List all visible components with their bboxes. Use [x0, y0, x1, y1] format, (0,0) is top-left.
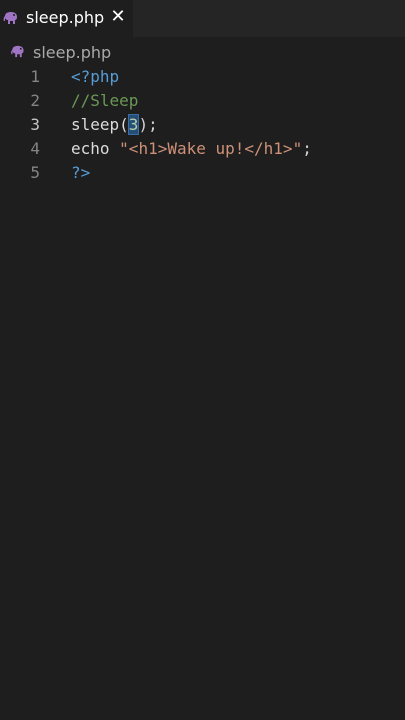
code-text[interactable]: sleep(3); [71, 113, 158, 137]
line-number: 3 [30, 115, 40, 134]
code-editor[interactable]: 1 <?php 2//Sleep 3 sleep(3); 4 echo "<h1>Wake … [0, 64, 405, 720]
breadcrumb-file[interactable]: sleep.php [33, 43, 111, 62]
code-text[interactable]: <?php [71, 65, 119, 89]
code-token: "<h1>Wake up!</h1>" [119, 139, 303, 158]
code-token: ?> [71, 163, 91, 182]
code-line[interactable]: 1 <?php [0, 65, 405, 89]
code-token: ; [302, 139, 312, 158]
line-number: 5 [30, 163, 40, 182]
code-token: echo [71, 139, 120, 158]
code-text[interactable]: //Sleep [71, 89, 138, 113]
line-number: 1 [30, 67, 40, 86]
tab-label: sleep.php [26, 8, 105, 27]
code-token: ); [138, 115, 158, 134]
code-token: 3 [127, 114, 140, 135]
line-number: 2 [30, 91, 40, 110]
code-token: //Sleep [71, 91, 139, 110]
code-text[interactable]: echo "<h1>Wake up!</h1>"; [71, 137, 312, 161]
code-line[interactable]: 4 echo "<h1>Wake up!</h1>"; [0, 137, 405, 161]
code-text[interactable]: ?> [71, 161, 90, 185]
php-elephant-icon [3, 12, 17, 24]
code-line[interactable]: 3 sleep(3); [0, 113, 405, 137]
tab-bar: sleep.php ✕ [0, 0, 405, 37]
tab-sleep-php[interactable]: sleep.php ✕ [0, 0, 133, 37]
line-number: 4 [30, 139, 40, 158]
code-token: <?php [71, 67, 120, 86]
code-line[interactable]: 2 //Sleep [0, 89, 405, 113]
code-token: sleep( [71, 115, 129, 134]
breadcrumb: sleep.php [0, 40, 405, 64]
php-elephant-icon [11, 45, 24, 58]
close-icon[interactable]: ✕ [108, 6, 128, 28]
code-line[interactable]: 5 ?> [0, 161, 405, 185]
